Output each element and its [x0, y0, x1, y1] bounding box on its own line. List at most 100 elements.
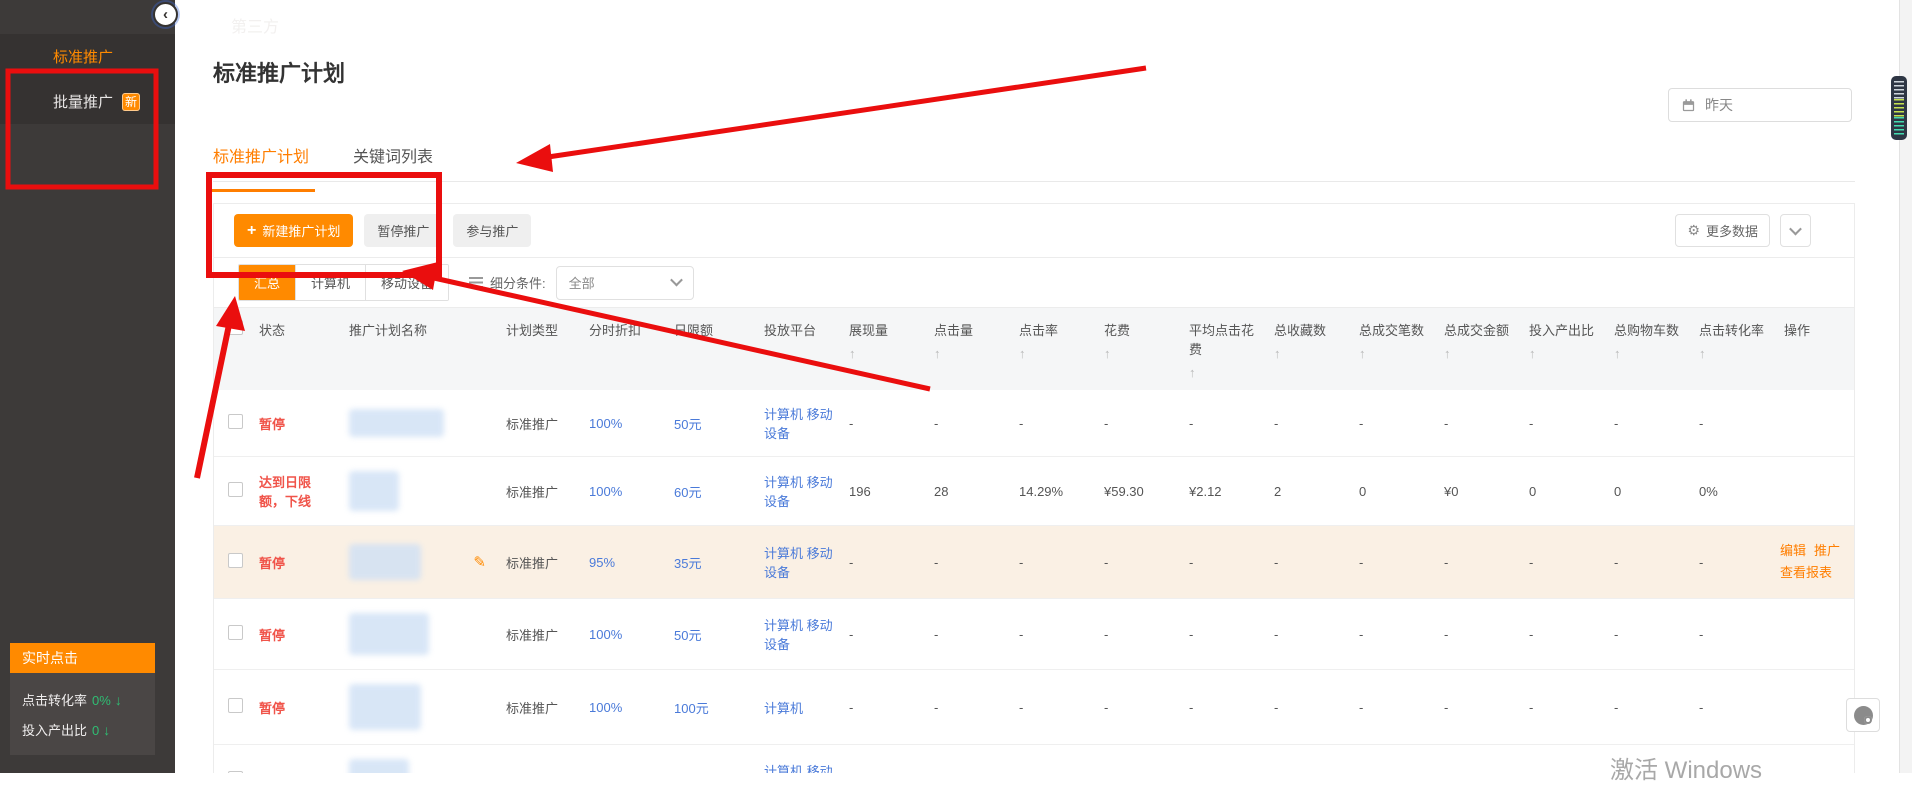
cell-daily_limit: 50元 — [666, 599, 756, 670]
sort-arrow-icon[interactable]: ↑ — [1104, 346, 1173, 361]
tab-标准推广计划[interactable]: 标准推广计划 — [213, 143, 309, 181]
extension-handle[interactable] — [1891, 76, 1907, 140]
column-header-favorites[interactable]: 总收藏数 ↑ — [1266, 308, 1351, 390]
header-checkbox-cell — [214, 308, 251, 390]
discount-link[interactable]: 95% — [589, 555, 615, 570]
cell-name: ✎ — [341, 526, 498, 599]
column-header-status[interactable]: 状态 — [251, 308, 341, 390]
status-badge: 暂停 — [259, 417, 285, 432]
platform-link[interactable]: 计算机 移动设备 — [764, 618, 833, 652]
campaign-card: +新建推广计划暂停推广参与推广 ⚙ 更多数据 汇总计算机移动设备 细分条件: 全… — [213, 203, 1855, 773]
column-header-avg_cpc[interactable]: 平均点击花费↑ — [1181, 308, 1266, 390]
column-header-ctr[interactable]: 点击率↑ — [1011, 308, 1096, 390]
condition-select[interactable]: 全部 — [556, 266, 694, 300]
sidebar-item-label: 批量推广 — [53, 91, 113, 112]
column-header-revenue[interactable]: 总成交金额↑ — [1436, 308, 1521, 390]
device-segments: 汇总计算机移动设备 — [238, 264, 449, 301]
tab-关键词列表[interactable]: 关键词列表 — [353, 143, 433, 181]
action-link-推广[interactable]: 推广 — [1814, 543, 1840, 558]
edit-pencil-icon[interactable]: ✎ — [473, 553, 486, 571]
action-link-编辑[interactable]: 编辑 — [1780, 543, 1806, 558]
sidebar-nav: 首页推广计划标准推广批量推广新我的关注报表推广报告新账户工具活动平台新第三方 — [0, 0, 175, 124]
sidebar-item-标准推广[interactable]: 标准推广 — [0, 34, 175, 79]
platform-link[interactable]: 计算机 移动设备 — [764, 407, 833, 441]
column-header-actions[interactable]: 操作 — [1776, 308, 1855, 390]
discount-link[interactable]: 100% — [589, 627, 622, 642]
sort-arrow-icon[interactable]: ↑ — [934, 346, 1003, 361]
sort-arrow-icon[interactable]: ↑ — [1359, 346, 1428, 361]
date-range-picker[interactable]: 昨天 — [1668, 88, 1852, 122]
segment-移动设备[interactable]: 移动设备 — [365, 265, 448, 300]
sort-arrow-icon[interactable]: ↑ — [1614, 346, 1683, 361]
cell-roi: 0 — [1521, 457, 1606, 526]
daily_limit-link[interactable]: 60元 — [674, 485, 701, 500]
column-header-impressions[interactable]: 展现量↑ — [841, 308, 926, 390]
realtime-metric-value: 0% — [92, 693, 111, 708]
row-checkbox[interactable] — [228, 414, 243, 429]
cell-value: - — [1614, 555, 1618, 570]
row-checkbox[interactable] — [228, 625, 243, 640]
sort-arrow-icon[interactable]: ↑ — [849, 346, 918, 361]
cell-cvr: - — [1691, 390, 1776, 457]
daily_limit-link[interactable]: 35元 — [674, 556, 701, 571]
cell-avg_cpc: ¥2.12 — [1181, 457, 1266, 526]
column-header-roi[interactable]: 投入产出比↑ — [1521, 308, 1606, 390]
realtime-metric: 点击转化率0%↓ — [22, 690, 143, 709]
platform-link[interactable]: 计算机 — [764, 701, 803, 716]
row-checkbox[interactable] — [228, 698, 243, 713]
sort-arrow-icon[interactable]: ↑ — [1274, 346, 1343, 361]
select-all-checkbox[interactable] — [228, 320, 243, 335]
sidebar-item-第三方[interactable]: 第三方 — [175, 0, 1912, 50]
column-header-cost[interactable]: 花费↑ — [1096, 308, 1181, 390]
column-header-daily_limit[interactable]: 日限额 — [666, 308, 756, 390]
cell-carts: - — [1606, 526, 1691, 599]
cell-favorites: - — [1266, 670, 1351, 745]
row-checkbox[interactable] — [228, 553, 243, 568]
daily_limit-link[interactable]: 50元 — [674, 628, 701, 643]
row-checkbox[interactable] — [228, 482, 243, 497]
row-checkbox-cell — [214, 457, 251, 526]
discount-link[interactable]: 100% — [589, 700, 622, 715]
toolbar-button-暂停推广[interactable]: 暂停推广 — [364, 214, 442, 247]
campaign-name — [349, 684, 490, 730]
arrow-down-icon: ↓ — [103, 722, 110, 738]
tab-bar: 标准推广计划 关键词列表 — [213, 143, 433, 181]
cell-actions — [1776, 599, 1855, 670]
discount-link[interactable]: 100% — [589, 484, 622, 499]
sort-arrow-icon[interactable]: ↑ — [1019, 346, 1088, 361]
toolbar: +新建推广计划暂停推广参与推广 ⚙ 更多数据 — [214, 204, 1854, 258]
sort-arrow-icon[interactable]: ↑ — [1444, 346, 1513, 361]
daily_limit-link[interactable]: 100元 — [674, 701, 709, 716]
floating-widget-button[interactable] — [1846, 698, 1880, 732]
column-header-discount[interactable]: 分时折扣 — [581, 308, 666, 390]
column-header-carts[interactable]: 总购物车数↑ — [1606, 308, 1691, 390]
toolbar-button-参与推广[interactable]: 参与推广 — [453, 214, 531, 247]
column-header-cvr[interactable]: 点击转化率↑ — [1691, 308, 1776, 390]
column-header-type[interactable]: 计划类型 — [498, 308, 581, 390]
sort-arrow-icon[interactable]: ↑ — [1699, 346, 1768, 361]
collapse-toolbar-button[interactable] — [1780, 214, 1811, 247]
platform-link[interactable]: 计算机 移动设备 — [764, 764, 833, 773]
discount-link[interactable]: 100% — [589, 416, 622, 431]
column-label: 总收藏数 — [1274, 323, 1326, 338]
column-header-platform[interactable]: 投放平台 — [756, 308, 841, 390]
sidebar-item-批量推广[interactable]: 批量推广新 — [0, 79, 175, 124]
sort-arrow-icon[interactable]: ↑ — [1189, 365, 1258, 380]
column-header-clicks[interactable]: 点击量↑ — [926, 308, 1011, 390]
segment-计算机[interactable]: 计算机 — [295, 265, 365, 300]
daily_limit-link[interactable]: 50元 — [674, 417, 701, 432]
more-data-button[interactable]: ⚙ 更多数据 — [1675, 214, 1770, 247]
toolbar-right: ⚙ 更多数据 — [1675, 214, 1811, 247]
cell-revenue: ¥0 — [1436, 457, 1521, 526]
platform-link[interactable]: 计算机 移动设备 — [764, 475, 833, 509]
column-header-orders[interactable]: 总成交笔数↑ — [1351, 308, 1436, 390]
column-header-name[interactable]: 推广计划名称 — [341, 308, 498, 390]
sidebar-collapse-button[interactable]: ‹ — [153, 2, 178, 27]
action-link-查看报表[interactable]: 查看报表 — [1780, 565, 1832, 580]
sort-arrow-icon[interactable]: ↑ — [1529, 346, 1598, 361]
cell-value: - — [1359, 700, 1363, 715]
create-campaign-button[interactable]: +新建推广计划 — [234, 214, 353, 247]
cell-value: 0 — [1529, 484, 1536, 499]
segment-汇总[interactable]: 汇总 — [239, 265, 295, 300]
platform-link[interactable]: 计算机 移动设备 — [764, 546, 833, 580]
